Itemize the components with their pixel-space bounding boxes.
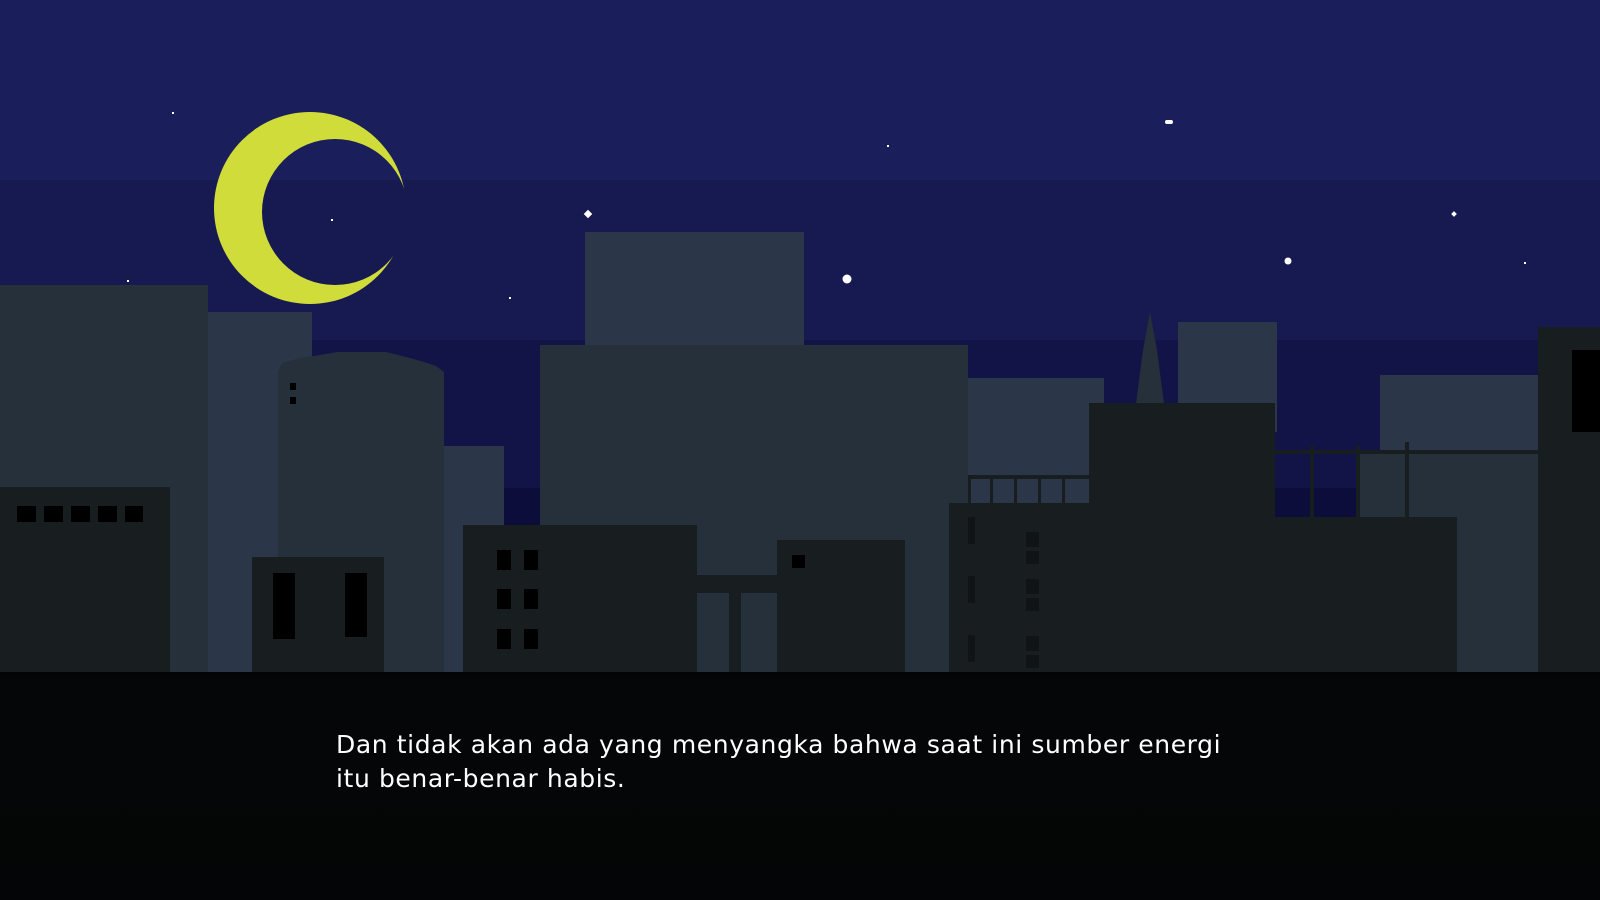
railing-bar (968, 475, 1089, 479)
star-icon (509, 297, 511, 299)
railing-post (1356, 446, 1360, 517)
railing-post (1014, 475, 1017, 503)
window (1026, 636, 1039, 651)
window (17, 506, 36, 522)
window (290, 383, 296, 390)
window (792, 555, 805, 568)
star-icon (172, 112, 174, 114)
railing-post (1062, 475, 1065, 503)
window (1572, 350, 1600, 432)
star-icon (887, 145, 889, 147)
window (290, 397, 296, 404)
building-near-tall (1089, 403, 1275, 672)
crescent-moon-icon (214, 112, 406, 304)
window (968, 635, 975, 662)
window (44, 506, 63, 522)
walkway-pillar (729, 593, 741, 672)
railing-post (1310, 446, 1314, 517)
window (71, 506, 90, 522)
railing-post (1405, 442, 1409, 517)
window (1026, 655, 1039, 668)
window (524, 589, 538, 609)
window (1026, 579, 1039, 594)
window (524, 550, 538, 570)
star-icon (1524, 262, 1526, 264)
building-near (1275, 517, 1457, 672)
window (497, 589, 511, 609)
railing-post (968, 475, 971, 503)
dialogue-text: Dan tidak akan ada yang menyangka bahwa … (336, 730, 1222, 793)
star-icon (127, 280, 129, 282)
window (1026, 532, 1039, 547)
game-stage[interactable]: Dan tidak akan ada yang menyangka bahwa … (0, 0, 1600, 900)
star-icon (1165, 120, 1173, 124)
window (1026, 551, 1039, 564)
window (273, 573, 295, 639)
railing-post (990, 475, 993, 503)
walkway (697, 575, 777, 593)
building-far-tower (585, 232, 804, 352)
window (1026, 598, 1039, 611)
window (125, 506, 143, 522)
star-icon (842, 274, 852, 284)
window (497, 629, 511, 649)
window (345, 573, 367, 637)
window (968, 517, 975, 544)
railing-post (1038, 475, 1041, 503)
window (524, 629, 538, 649)
window (968, 576, 975, 603)
window (98, 506, 117, 522)
star-icon (1284, 257, 1292, 265)
window (497, 550, 511, 570)
